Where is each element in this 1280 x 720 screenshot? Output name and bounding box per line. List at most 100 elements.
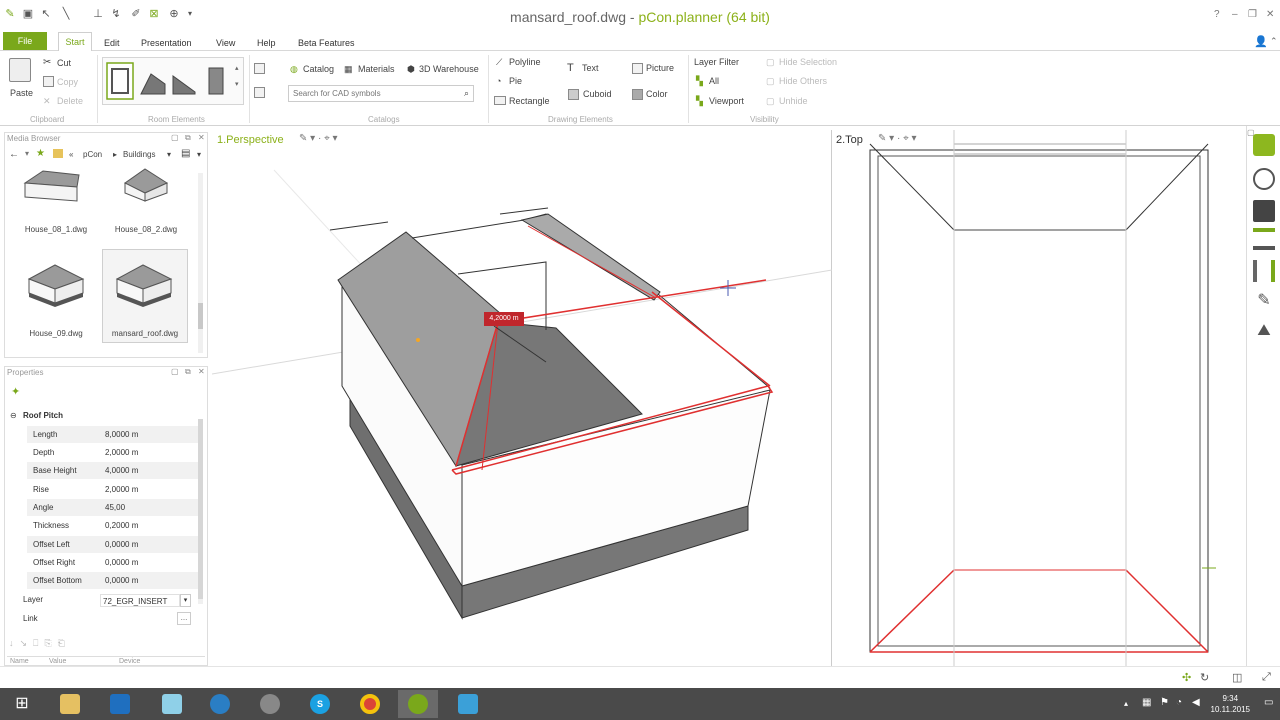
minimize-button[interactable]: – — [1232, 9, 1238, 20]
property-value[interactable]: 0,0000 m — [105, 576, 197, 588]
cad-search-input[interactable] — [291, 87, 451, 100]
pie-button[interactable]: Pie — [509, 76, 522, 86]
clock[interactable]: 9:34 10.11.2015 — [1211, 693, 1250, 715]
picture-button[interactable]: Picture — [646, 63, 674, 73]
taskbar-chrome[interactable] — [350, 690, 390, 718]
color-button[interactable]: Color — [646, 89, 668, 99]
panel-float-icon[interactable]: ⧉ — [185, 367, 191, 377]
property-value[interactable]: 45,00 — [105, 503, 197, 515]
breadcrumb-dropdown-icon[interactable]: ▾ — [167, 150, 171, 159]
search-icon[interactable]: ⌕ — [464, 88, 469, 99]
layout-icon[interactable]: ◫ — [1232, 671, 1242, 684]
cube-icon[interactable] — [1253, 134, 1275, 156]
property-row[interactable]: Length 8,0000 m — [27, 426, 202, 443]
paste-icon[interactable] — [9, 58, 31, 82]
layer-all-dropdown[interactable]: All — [709, 76, 719, 86]
properties-scrollbar[interactable] — [198, 419, 203, 604]
panel-pin-icon[interactable]: ▢ — [171, 367, 179, 376]
taskbar-app[interactable] — [100, 690, 140, 718]
box-icon[interactable] — [1253, 200, 1275, 222]
notification-icon[interactable]: ▭ — [1264, 697, 1273, 708]
dimension-tag[interactable]: 4,2000 m — [484, 312, 524, 326]
wifi-icon[interactable]: ◔ — [1176, 697, 1182, 708]
taskbar-skype[interactable]: S — [300, 690, 340, 718]
perspective-viewport[interactable]: 1.Perspective ✎ ▾ · ⌖ ▾ 4,2000 m — [212, 130, 832, 666]
favorite-star-icon[interactable]: ★ — [36, 148, 45, 159]
property-value[interactable]: 4,0000 m — [105, 466, 197, 478]
snap-toggle-icon[interactable]: ✣ — [1182, 671, 1191, 684]
landscape-icon[interactable]: ⛰ — [1253, 320, 1275, 342]
top-view-scene[interactable] — [834, 130, 1246, 666]
breadcrumb-pcon[interactable]: pCon — [83, 150, 102, 159]
taskbar-explorer[interactable] — [50, 690, 90, 718]
polyline-button[interactable]: Polyline — [509, 57, 541, 67]
property-value[interactable]: 2,0000 m — [105, 485, 197, 497]
layers-icon[interactable] — [1253, 228, 1275, 250]
viewport-dropdown[interactable]: Viewport — [709, 96, 744, 106]
tab-view[interactable]: View — [216, 38, 235, 48]
delete-button[interactable]: Delete — [57, 96, 83, 106]
property-row[interactable]: Depth 2,0000 m — [27, 444, 202, 461]
hide-selection-button[interactable]: Hide Selection — [779, 57, 837, 67]
section-collapse-icon[interactable]: ⊖ — [10, 411, 17, 420]
tab-help[interactable]: Help — [257, 38, 276, 48]
insert-icon[interactable] — [254, 63, 265, 74]
property-value[interactable]: 2,0000 m — [105, 448, 197, 460]
back-arrow-icon[interactable]: ← — [9, 149, 19, 160]
property-row[interactable]: Offset Right 0,0000 m — [27, 554, 202, 571]
panel-pin-icon[interactable]: ▢ — [171, 133, 179, 142]
view-mode-icon[interactable]: ▤ — [181, 148, 190, 159]
start-button[interactable]: ⊞ — [2, 690, 42, 718]
taskbar-pcon[interactable] — [398, 690, 438, 718]
taskbar-app[interactable] — [250, 690, 290, 718]
breadcrumb-buildings[interactable]: Buildings — [123, 150, 155, 159]
panel-close-icon[interactable]: ✕ — [198, 367, 205, 376]
paste-button[interactable]: Paste — [10, 88, 33, 98]
tray-expand-icon[interactable]: ▴ — [1124, 699, 1128, 708]
property-row[interactable]: Thickness 0,2000 m — [27, 517, 202, 534]
tab-edit[interactable]: Edit — [104, 38, 120, 48]
unhide-button[interactable]: Unhide — [779, 96, 808, 106]
restore-button[interactable]: ❐ — [1248, 9, 1257, 20]
volume-icon[interactable]: ◀ — [1192, 697, 1200, 708]
network-icon[interactable]: ▦ — [1142, 697, 1151, 708]
text-button[interactable]: Text — [582, 63, 599, 73]
file-menu[interactable]: File — [3, 32, 47, 50]
undo-icon[interactable]: ↻ — [1200, 671, 1209, 684]
brush-icon[interactable]: ✎ — [1253, 290, 1275, 312]
property-row[interactable]: Angle 45,00 — [27, 499, 202, 516]
perspective-scene[interactable] — [212, 130, 832, 666]
folder-icon[interactable] — [53, 149, 63, 158]
library-icon[interactable] — [1253, 260, 1275, 282]
layer-dropdown[interactable]: 72_EGR_INSERT — [100, 594, 180, 607]
breadcrumb-root[interactable]: « — [69, 150, 73, 159]
materials-button[interactable]: Materials — [358, 64, 395, 74]
cad-symbol-search[interactable]: ⌕ — [288, 85, 474, 102]
taskbar-app[interactable] — [200, 690, 240, 718]
layer-dropdown-arrow-icon[interactable]: ▾ — [180, 594, 191, 607]
taskbar-app[interactable] — [448, 690, 488, 718]
property-value[interactable]: 0,0000 m — [105, 540, 197, 552]
property-row[interactable]: Offset Bottom 0,0000 m — [27, 572, 202, 589]
property-value[interactable]: 0,2000 m — [105, 521, 197, 533]
user-icon[interactable]: 👤 — [1254, 35, 1268, 48]
house-09-thumbnail[interactable] — [25, 261, 89, 311]
ribbon-collapse-icon[interactable]: ⌃ — [1270, 36, 1278, 47]
properties-toolbar-icons[interactable]: ↓↘⎕⎘⎗ — [9, 638, 71, 649]
help-button[interactable]: ? — [1214, 9, 1220, 20]
property-row[interactable]: Offset Left 0,0000 m — [27, 536, 202, 553]
globe-search-icon[interactable] — [1253, 168, 1275, 190]
tab-beta-features[interactable]: Beta Features — [298, 38, 355, 48]
mansard-roof-thumbnail[interactable] — [113, 261, 177, 311]
property-row[interactable]: Rise 2,0000 m — [27, 481, 202, 498]
property-value[interactable]: 0,0000 m — [105, 558, 197, 570]
view-mode-dropdown-icon[interactable]: ▾ — [197, 150, 201, 159]
tab-presentation[interactable]: Presentation — [141, 38, 192, 48]
catalog-button[interactable]: Catalog — [303, 64, 334, 74]
fullscreen-icon[interactable]: ⤢ — [1262, 671, 1271, 684]
taskbar-app[interactable] — [152, 690, 192, 718]
warehouse-button[interactable]: 3D Warehouse — [419, 64, 479, 74]
cuboid-button[interactable]: Cuboid — [583, 89, 612, 99]
import-icon[interactable] — [254, 87, 265, 98]
close-button[interactable]: ✕ — [1266, 9, 1274, 20]
